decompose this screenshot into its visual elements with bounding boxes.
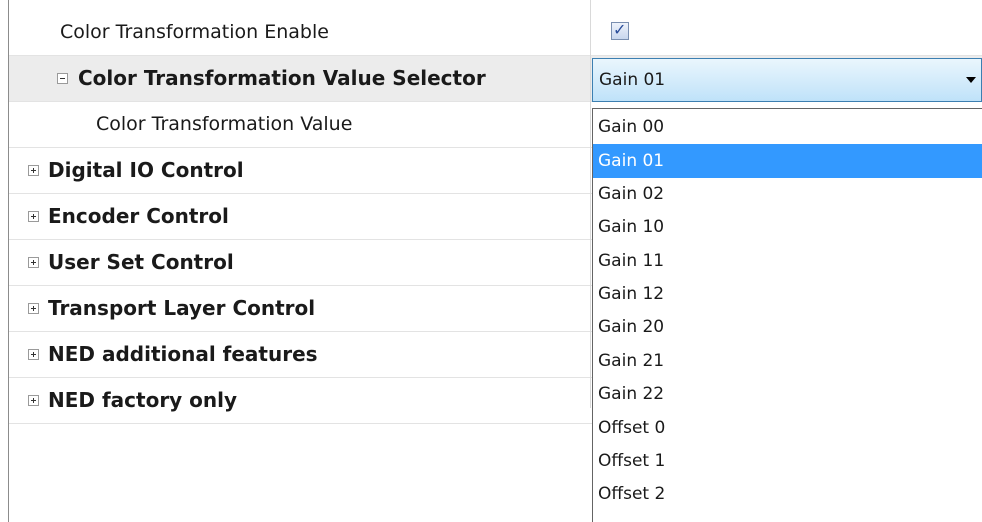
row-label: Color Transformation Value (96, 113, 353, 135)
dropdown-option[interactable]: Gain 10 (593, 210, 982, 244)
row-label: Transport Layer Control (48, 296, 316, 320)
expand-icon[interactable] (28, 165, 39, 176)
row-color-transformation-enable[interactable]: Color Transformation Enable (9, 10, 982, 56)
value-selector-combobox[interactable]: Gain 01 (592, 58, 982, 102)
dropdown-option[interactable]: Gain 02 (593, 177, 982, 211)
dropdown-list[interactable]: Gain 00 Gain 01 Gain 02 Gain 10 Gain 11 Gain … (592, 108, 982, 522)
row-label: User Set Control (48, 250, 234, 274)
dropdown-option[interactable]: Gain 21 (593, 344, 982, 378)
dropdown-option[interactable]: Gain 22 (593, 377, 982, 411)
expand-icon[interactable] (28, 395, 39, 406)
property-grid: Color Transformation Enable Color Transf… (0, 0, 982, 522)
dropdown-option[interactable]: Gain 00 (593, 110, 982, 144)
expand-icon[interactable] (28, 303, 39, 314)
expand-icon[interactable] (28, 349, 39, 360)
row-label: Color Transformation Enable (60, 21, 329, 43)
dropdown-option[interactable]: Gain 01 (593, 144, 982, 178)
dropdown-option[interactable]: Offset 1 (593, 444, 982, 478)
expand-icon[interactable] (28, 211, 39, 222)
row-label: NED factory only (48, 388, 238, 412)
combobox-value: Gain 01 (599, 70, 666, 90)
dropdown-arrow-icon[interactable] (966, 77, 976, 83)
enable-checkbox[interactable]: ✓ (611, 20, 629, 40)
row-label: Encoder Control (48, 204, 229, 228)
dropdown-option[interactable]: Offset 0 (593, 411, 982, 445)
checkmark-icon: ✓ (613, 20, 627, 39)
column-divider[interactable] (590, 0, 591, 408)
expand-icon[interactable] (28, 257, 39, 268)
row-label: Digital IO Control (48, 158, 244, 182)
dropdown-option[interactable]: Offset 2 (593, 477, 982, 511)
row-label: NED additional features (48, 342, 318, 366)
dropdown-option[interactable]: Gain 12 (593, 277, 982, 311)
dropdown-option[interactable]: Gain 20 (593, 310, 982, 344)
row-label: Color Transformation Value Selector (78, 66, 486, 90)
dropdown-option[interactable]: Gain 11 (593, 244, 982, 278)
collapse-icon[interactable] (57, 73, 68, 84)
